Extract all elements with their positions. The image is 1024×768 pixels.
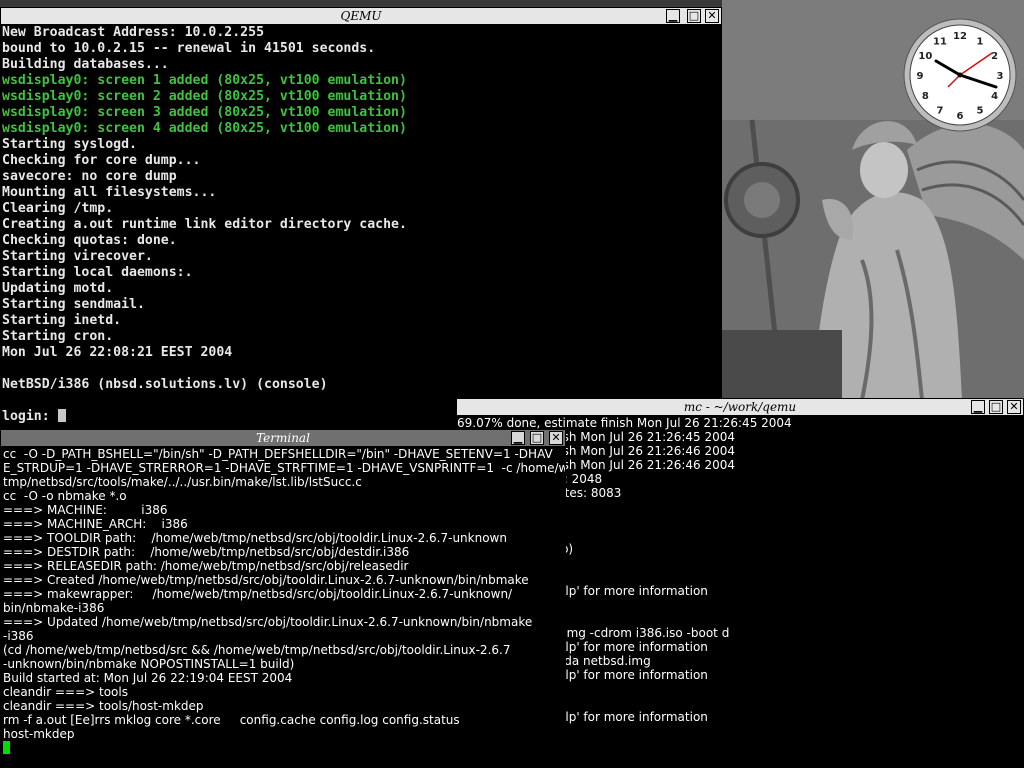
console-line: New Broadcast Address: 10.0.2.255 bbox=[2, 25, 265, 40]
clock-numeral: 4 bbox=[991, 91, 998, 102]
console-line: bound to 10.0.2.15 -- renewal in 41501 s… bbox=[2, 41, 376, 56]
console-line: Starting inetd. bbox=[2, 313, 122, 328]
console-line: rm -f a.out [Ee]rrs mklog core *.core co… bbox=[3, 713, 460, 727]
console-line: ===> DESTDIR path: /home/web/tmp/netbsd/… bbox=[3, 545, 410, 559]
minimize-icon[interactable]: ▁ bbox=[511, 431, 525, 445]
console-line: Building databases... bbox=[2, 57, 169, 72]
clock-numeral: 5 bbox=[977, 106, 984, 117]
console-line: savecore: no core dump bbox=[2, 169, 177, 184]
terminal-window[interactable]: Terminal ▁ □ ✕ cc -O -D_PATH_BSHELL="/bi… bbox=[0, 429, 566, 768]
console-line: tmp/netbsd/src/tools/make/../../usr.bin/… bbox=[3, 475, 362, 489]
console-line: NetBSD/i386 (nbsd.solutions.lv) (console… bbox=[2, 377, 328, 392]
console-line: (cd /home/web/tmp/netbsd/src && /home/we… bbox=[3, 643, 511, 657]
console-line: Starting syslogd. bbox=[2, 137, 137, 152]
console-line: Creating a.out runtime link editor direc… bbox=[2, 217, 407, 232]
console-line: 69.07% done, estimate finish Mon Jul 26 … bbox=[457, 416, 792, 430]
maximize-icon[interactable]: □ bbox=[989, 400, 1003, 414]
qemu-console[interactable]: New Broadcast Address: 10.0.2.255 bound t… bbox=[1, 25, 721, 436]
qemu-titlebar[interactable]: QEMU ▁ □ ✕ bbox=[1, 8, 721, 25]
terminal-title: Terminal bbox=[256, 431, 310, 445]
console-line: -unknown/bin/nbmake NOPOSTINSTALL=1 buil… bbox=[3, 657, 295, 671]
maximize-icon[interactable]: □ bbox=[530, 431, 544, 445]
console-line: cc -O -o nbmake *.o bbox=[3, 489, 127, 503]
desktop: { "wallpaper": { "description_icon": "st… bbox=[0, 0, 1024, 768]
login-prompt: login: bbox=[2, 409, 58, 424]
minimize-icon[interactable]: ▁ bbox=[971, 400, 985, 414]
maximize-icon[interactable]: □ bbox=[687, 9, 701, 23]
analog-clock-icon: 12 1 2 3 4 5 6 7 8 9 10 11 bbox=[900, 15, 1020, 135]
console-line: ===> RELEASEDIR path: /home/web/tmp/netb… bbox=[3, 559, 409, 573]
console-line: Mounting all filesystems... bbox=[2, 185, 217, 200]
close-icon[interactable]: ✕ bbox=[1007, 400, 1021, 414]
console-line: wsdisplay0: screen 4 added (80x25, vt100… bbox=[2, 121, 407, 136]
console-line: ===> makewrapper: /home/web/tmp/netbsd/s… bbox=[3, 587, 513, 601]
console-line: ===> Created /home/web/tmp/netbsd/src/ob… bbox=[3, 573, 529, 587]
clock-numeral: 6 bbox=[957, 111, 964, 122]
qemu-window[interactable]: QEMU ▁ □ ✕ New Broadcast Address: 10.0.2… bbox=[0, 7, 722, 437]
clock-numeral: 3 bbox=[997, 71, 1004, 82]
console-line: Starting sendmail. bbox=[2, 297, 145, 312]
clock-numeral: 11 bbox=[933, 36, 947, 47]
console-line: cleandir ===> tools/host-mkdep bbox=[3, 699, 204, 713]
terminal-output[interactable]: cc -O -D_PATH_BSHELL="/bin/sh" -D_PATH_D… bbox=[1, 447, 565, 767]
console-line: ===> MACHINE: i386 bbox=[3, 503, 168, 517]
clock-numeral: 9 bbox=[917, 71, 924, 82]
console-line: wsdisplay0: screen 2 added (80x25, vt100… bbox=[2, 89, 407, 104]
text-cursor bbox=[57, 409, 66, 422]
console-line: Build started at: Mon Jul 26 22:19:04 EE… bbox=[3, 671, 293, 685]
close-icon[interactable]: ✕ bbox=[705, 9, 719, 23]
close-icon[interactable]: ✕ bbox=[549, 431, 563, 445]
console-line: E_STRDUP=1 -DHAVE_STRERROR=1 -DHAVE_STRF… bbox=[3, 461, 565, 475]
console-line: Updating motd. bbox=[2, 281, 114, 296]
minimize-icon[interactable]: ▁ bbox=[666, 9, 680, 23]
clock-numeral: 1 bbox=[977, 36, 984, 47]
console-line: ===> TOOLDIR path: /home/web/tmp/netbsd/… bbox=[3, 531, 507, 545]
console-line: Mon Jul 26 22:08:21 EEST 2004 bbox=[2, 345, 233, 360]
text-cursor bbox=[3, 741, 10, 754]
console-line: ===> Updated /home/web/tmp/netbsd/src/ob… bbox=[3, 615, 533, 629]
terminal-prompt-line[interactable] bbox=[3, 741, 565, 755]
console-line: wsdisplay0: screen 3 added (80x25, vt100… bbox=[2, 105, 407, 120]
clock-numeral: 10 bbox=[918, 51, 932, 62]
clock-numeral: 2 bbox=[991, 51, 998, 62]
qemu-title: QEMU bbox=[340, 9, 382, 23]
console-line: Starting local daemons:. bbox=[2, 265, 193, 280]
clock-numeral: 12 bbox=[953, 31, 967, 42]
clock-numeral: 7 bbox=[937, 106, 944, 117]
console-line: Starting cron. bbox=[2, 329, 114, 344]
terminal-titlebar[interactable]: Terminal ▁ □ ✕ bbox=[1, 430, 565, 447]
clock-numeral: 8 bbox=[922, 91, 929, 102]
console-line: bin/nbmake-i386 bbox=[3, 601, 105, 615]
console-line: wsdisplay0: screen 1 added (80x25, vt100… bbox=[2, 73, 407, 88]
console-line: Starting virecover. bbox=[2, 249, 153, 264]
console-line: Clearing /tmp. bbox=[2, 201, 114, 216]
console-line: cleandir ===> tools bbox=[3, 685, 128, 699]
mc-title: mc - ~/work/qemu bbox=[683, 400, 797, 414]
console-line: ===> MACHINE_ARCH: i386 bbox=[3, 517, 188, 531]
console-line: Checking quotas: done. bbox=[2, 233, 177, 248]
console-line: host-mkdep bbox=[3, 727, 75, 741]
mc-titlebar[interactable]: mc - ~/work/qemu ▁ □ ✕ bbox=[457, 399, 1023, 416]
console-line: -i386 bbox=[3, 629, 34, 643]
console-line: Checking for core dump... bbox=[2, 153, 201, 168]
console-line: cc -O -D_PATH_BSHELL="/bin/sh" -D_PATH_D… bbox=[3, 447, 553, 461]
